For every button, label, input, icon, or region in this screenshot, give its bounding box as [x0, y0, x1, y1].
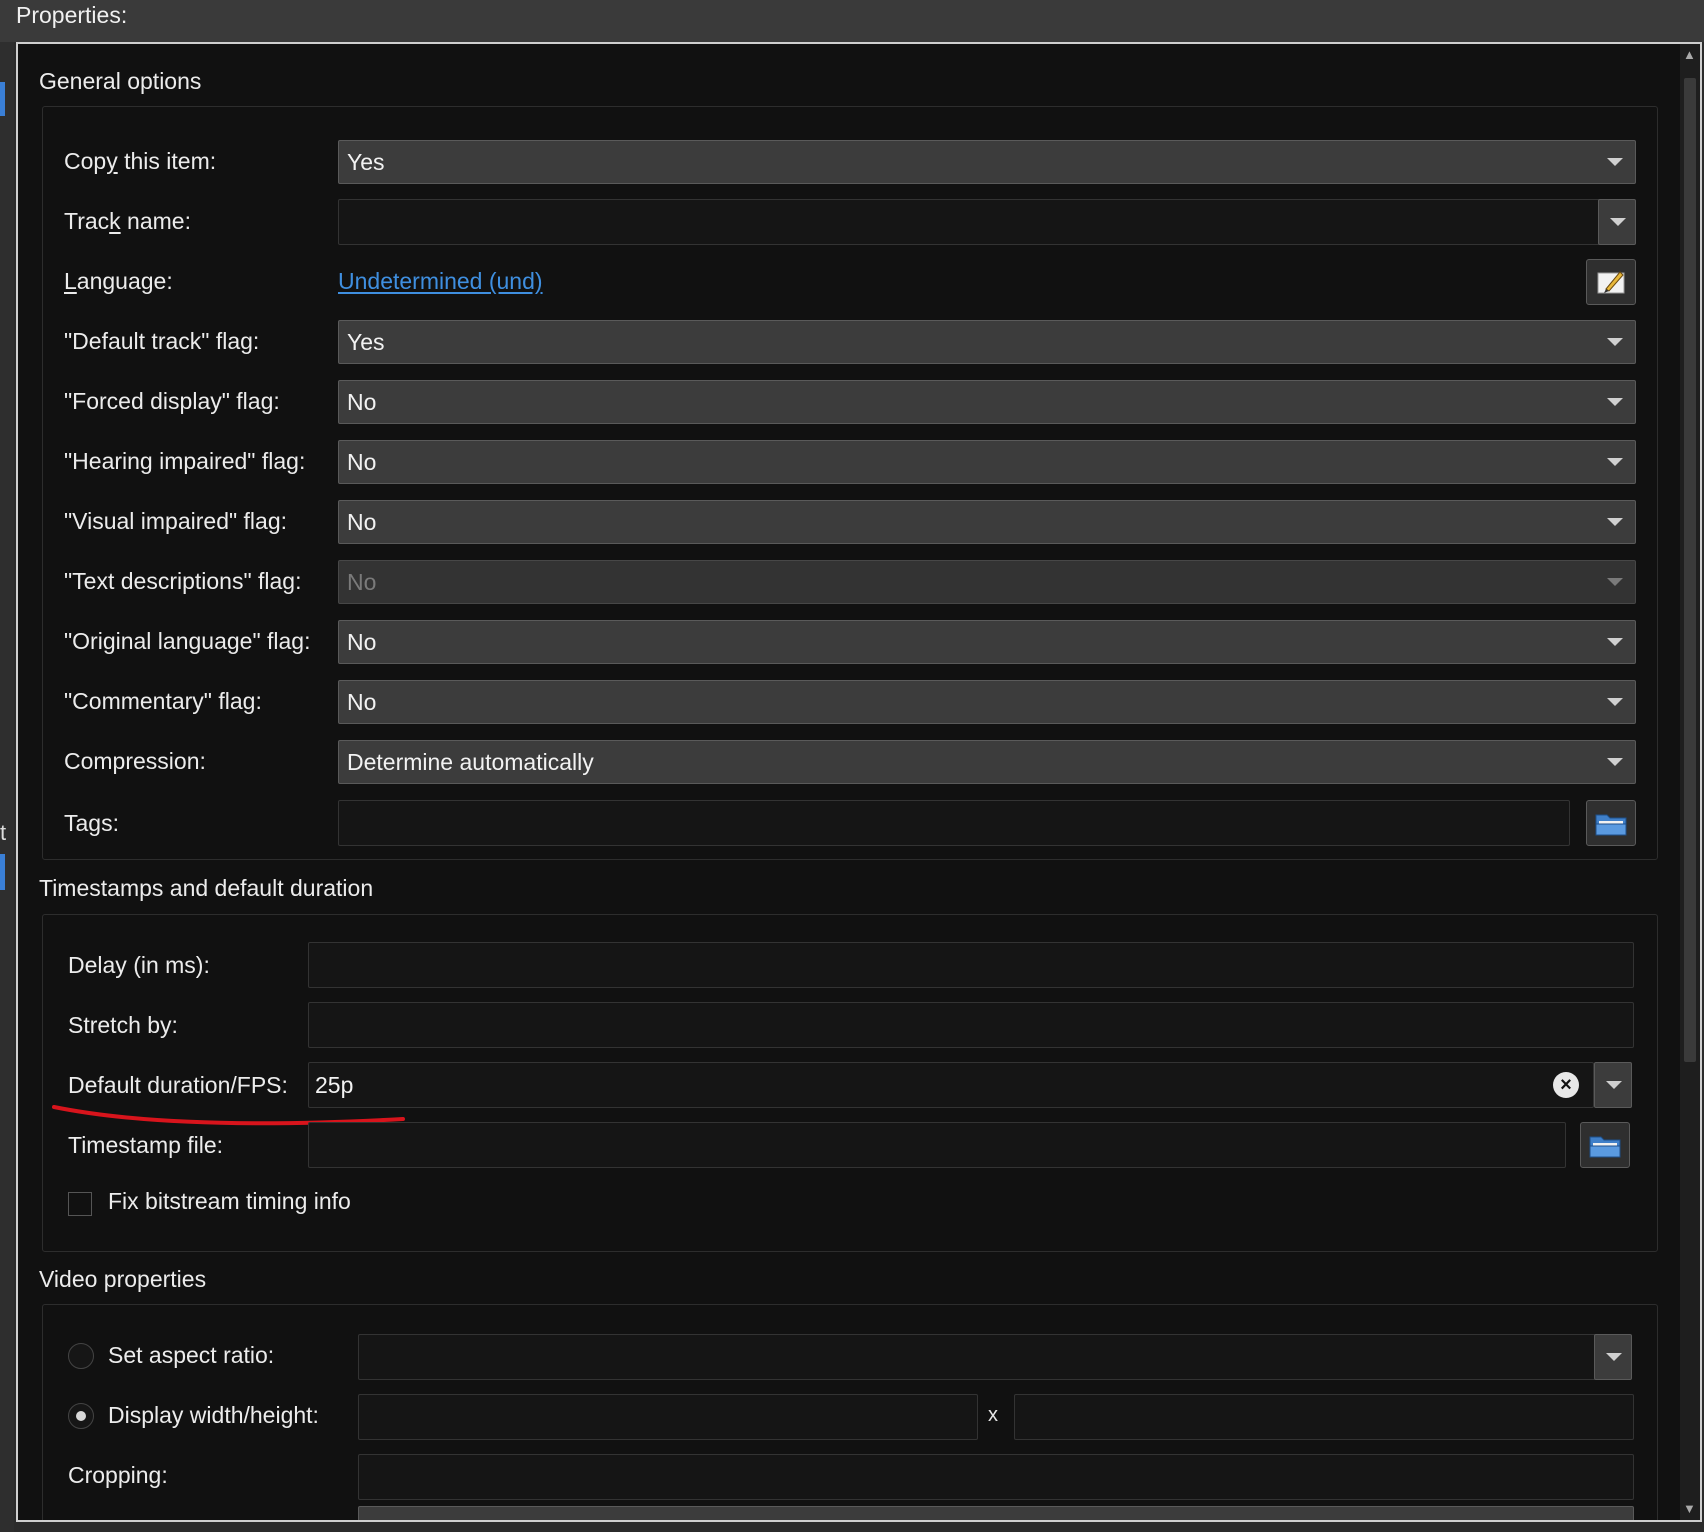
- timestamp-file-input[interactable]: [308, 1122, 1566, 1168]
- chevron-down-icon: [1606, 1353, 1622, 1361]
- fix-bitstream-row: Fix bitstream timing info: [18, 1174, 1700, 1234]
- clear-icon[interactable]: ×: [1553, 1072, 1579, 1098]
- aspect-ratio-label: Set aspect ratio:: [108, 1342, 275, 1368]
- display-wh-row: Display width/height: x: [18, 1386, 1700, 1446]
- chevron-down-icon: [1607, 758, 1623, 766]
- fix-bitstream-checkbox[interactable]: [68, 1192, 92, 1216]
- scroll-up-icon[interactable]: ▲: [1683, 48, 1696, 62]
- track-name-dropdown-button[interactable]: [1598, 199, 1636, 245]
- aspect-ratio-dropdown-button[interactable]: [1594, 1334, 1632, 1380]
- browse-tags-button[interactable]: [1586, 800, 1636, 846]
- timestamp-file-label: Timestamp file:: [68, 1132, 224, 1158]
- edit-icon: [1597, 271, 1625, 294]
- aspect-ratio-radio[interactable]: [68, 1343, 94, 1369]
- aspect-ratio-input[interactable]: [358, 1334, 1596, 1380]
- display-width-input[interactable]: [358, 1394, 978, 1440]
- truncated-text: t: [0, 820, 7, 845]
- chevron-down-icon: [1607, 398, 1623, 406]
- folder-icon: [1589, 1136, 1621, 1158]
- cropping-input[interactable]: [358, 1454, 1634, 1500]
- chevron-down-icon: [1610, 218, 1626, 226]
- chevron-down-icon: [1607, 638, 1623, 646]
- aspect-ratio-row: Set aspect ratio:: [18, 1326, 1700, 1386]
- properties-panel: ▲ ▼ General options Copy this item: Yes …: [16, 42, 1702, 1522]
- chevron-down-icon: [1607, 698, 1623, 706]
- chevron-down-icon: [1607, 578, 1623, 586]
- display-wh-radio[interactable]: [68, 1403, 94, 1429]
- red-underline-annotation: [52, 1105, 405, 1126]
- left-panel-edge: t: [0, 42, 14, 1532]
- fix-bitstream-label: Fix bitstream timing info: [108, 1188, 351, 1214]
- cropping-label: Cropping:: [68, 1462, 168, 1488]
- properties-header: Properties:: [0, 0, 1704, 42]
- timestamp-file-row: Timestamp file:: [18, 1114, 1700, 1174]
- selection-marker: [0, 854, 5, 890]
- default-duration-dropdown-button[interactable]: [1594, 1062, 1632, 1108]
- display-height-input[interactable]: [1014, 1394, 1634, 1440]
- chevron-down-icon: [1607, 158, 1623, 166]
- folder-icon: [1595, 814, 1627, 836]
- chevron-down-icon: [1607, 518, 1623, 526]
- selection-marker: [0, 82, 5, 116]
- cropping-row: Cropping:: [18, 1446, 1700, 1506]
- properties-title: Properties:: [16, 2, 128, 28]
- video-properties-title: Video properties: [39, 1266, 207, 1292]
- edit-language-button[interactable]: [1586, 259, 1636, 305]
- display-wh-label: Display width/height:: [108, 1402, 319, 1428]
- dimension-separator: x: [988, 1404, 998, 1426]
- partial-select[interactable]: [358, 1506, 1634, 1520]
- chevron-down-icon: [1606, 1081, 1622, 1089]
- browse-timestamp-file-button[interactable]: [1580, 1122, 1630, 1168]
- chevron-down-icon: [1607, 458, 1623, 466]
- chevron-down-icon: [1607, 338, 1623, 346]
